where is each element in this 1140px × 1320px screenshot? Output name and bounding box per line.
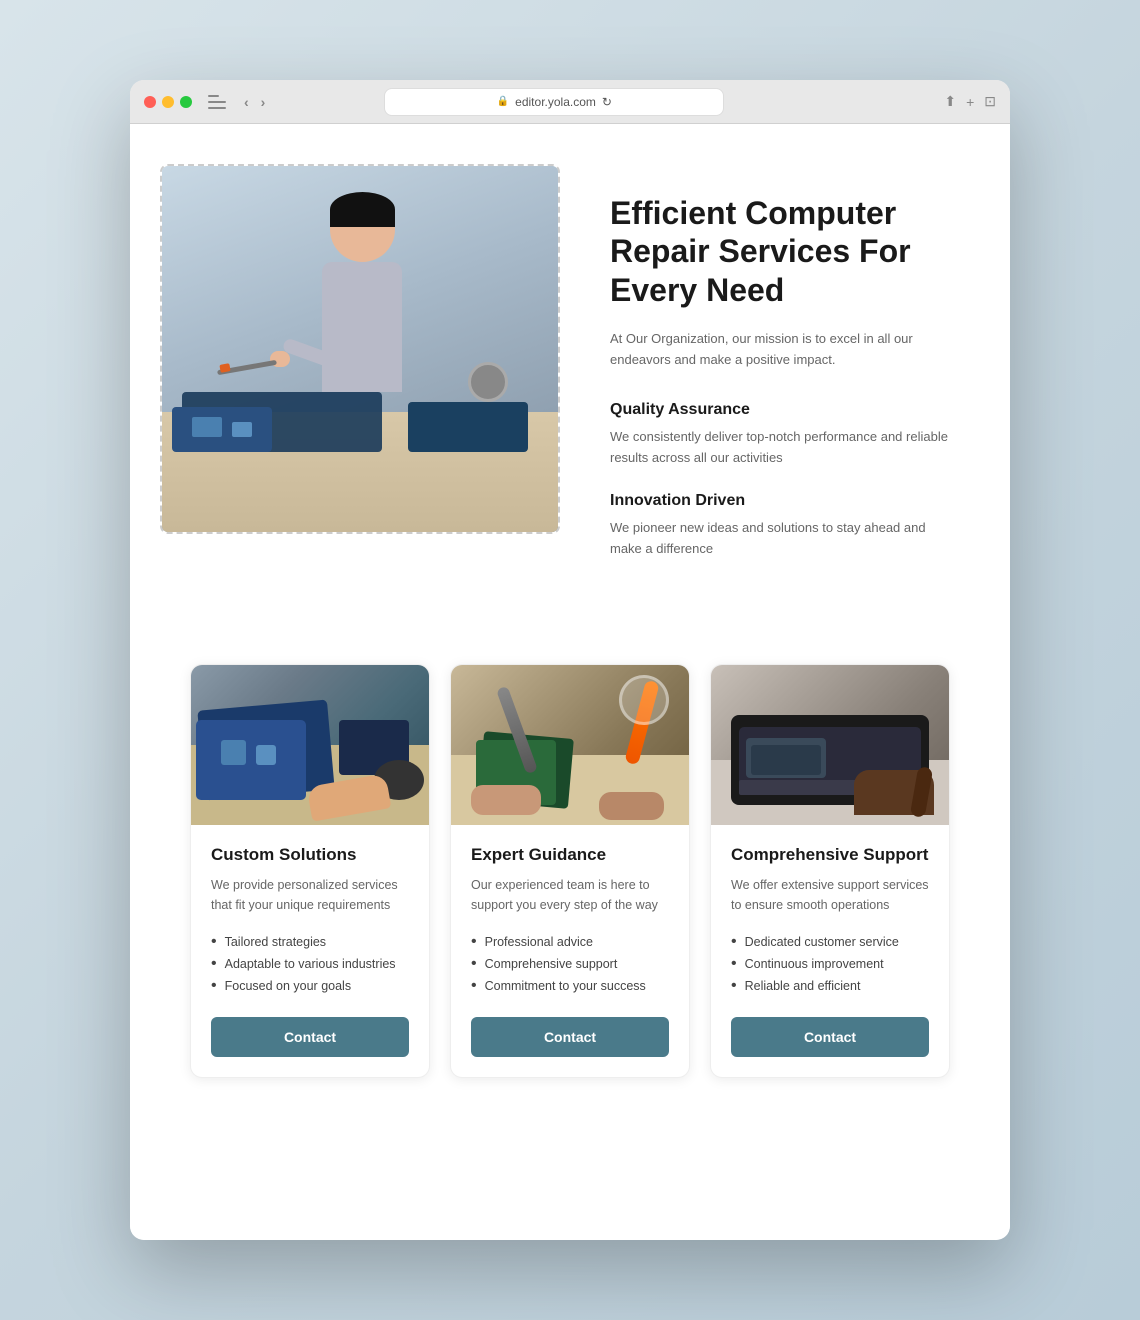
card-3-list: Dedicated customer service Continuous im… bbox=[731, 931, 929, 997]
card-2-description: Our experienced team is here to support … bbox=[471, 875, 669, 915]
card-2-body: Expert Guidance Our experienced team is … bbox=[451, 825, 689, 1077]
feature-innovation-title: Innovation Driven bbox=[610, 492, 950, 510]
card-1-body: Custom Solutions We provide personalized… bbox=[191, 825, 429, 1077]
card-1-description: We provide personalized services that fi… bbox=[211, 875, 409, 915]
list-item: Tailored strategies bbox=[211, 931, 409, 953]
list-item: Focused on your goals bbox=[211, 975, 409, 997]
add-tab-icon[interactable]: + bbox=[966, 94, 974, 110]
forward-arrow[interactable]: › bbox=[257, 92, 270, 112]
card-3-image-bg bbox=[711, 665, 949, 825]
feature-quality-desc: We consistently deliver top-notch perfor… bbox=[610, 427, 950, 469]
page-content: Efficient Computer Repair Services For E… bbox=[130, 124, 1010, 1138]
lock-icon: 🔒 bbox=[497, 96, 509, 107]
feature-innovation: Innovation Driven We pioneer new ideas a… bbox=[610, 492, 950, 560]
hero-image bbox=[162, 166, 558, 532]
card-expert-guidance: Expert Guidance Our experienced team is … bbox=[450, 664, 690, 1078]
sidebar-toggle-icon[interactable] bbox=[208, 95, 226, 109]
hero-text: Efficient Computer Repair Services For E… bbox=[610, 174, 950, 584]
address-bar[interactable]: 🔒 editor.yola.com ↻ bbox=[384, 88, 724, 116]
card-comprehensive-support: Comprehensive Support We offer extensive… bbox=[710, 664, 950, 1078]
card-3-body: Comprehensive Support We offer extensive… bbox=[711, 825, 949, 1077]
card-custom-solutions: Custom Solutions We provide personalized… bbox=[190, 664, 430, 1078]
nav-arrows: ‹ › bbox=[240, 92, 269, 112]
close-button[interactable] bbox=[144, 96, 156, 108]
list-item: Adaptable to various industries bbox=[211, 953, 409, 975]
cards-section: Custom Solutions We provide personalized… bbox=[130, 644, 1010, 1138]
hero-description: At Our Organization, our mission is to e… bbox=[610, 329, 950, 371]
browser-content: Efficient Computer Repair Services For E… bbox=[130, 124, 1010, 1240]
url-text: editor.yola.com bbox=[515, 95, 596, 109]
card-2-title: Expert Guidance bbox=[471, 845, 669, 865]
feature-quality: Quality Assurance We consistently delive… bbox=[610, 401, 950, 469]
feature-innovation-desc: We pioneer new ideas and solutions to st… bbox=[610, 518, 950, 560]
card-1-image bbox=[191, 665, 429, 825]
extensions-icon[interactable]: ⊡ bbox=[984, 93, 996, 110]
card-2-contact-button[interactable]: Contact bbox=[471, 1017, 669, 1057]
list-item: Professional advice bbox=[471, 931, 669, 953]
list-item: Commitment to your success bbox=[471, 975, 669, 997]
card-2-list: Professional advice Comprehensive suppor… bbox=[471, 931, 669, 997]
card-3-description: We offer extensive support services to e… bbox=[731, 875, 929, 915]
traffic-lights bbox=[144, 96, 192, 108]
card-1-contact-button[interactable]: Contact bbox=[211, 1017, 409, 1057]
maximize-button[interactable] bbox=[180, 96, 192, 108]
card-1-image-bg bbox=[191, 665, 429, 825]
list-item: Continuous improvement bbox=[731, 953, 929, 975]
browser-window: ‹ › 🔒 editor.yola.com ↻ ⬆ + ⊡ bbox=[130, 80, 1010, 1240]
reload-icon: ↻ bbox=[602, 95, 612, 109]
list-item: Reliable and efficient bbox=[731, 975, 929, 997]
list-item: Comprehensive support bbox=[471, 953, 669, 975]
card-3-title: Comprehensive Support bbox=[731, 845, 929, 865]
list-item: Dedicated customer service bbox=[731, 931, 929, 953]
toolbar-actions: ⬆ + ⊡ bbox=[944, 93, 996, 110]
share-icon[interactable]: ⬆ bbox=[944, 93, 956, 110]
card-3-contact-button[interactable]: Contact bbox=[731, 1017, 929, 1057]
back-arrow[interactable]: ‹ bbox=[240, 92, 253, 112]
hero-section: Efficient Computer Repair Services For E… bbox=[130, 124, 1010, 644]
card-2-image bbox=[451, 665, 689, 825]
card-1-title: Custom Solutions bbox=[211, 845, 409, 865]
card-2-image-bg bbox=[451, 665, 689, 825]
hero-title: Efficient Computer Repair Services For E… bbox=[610, 194, 950, 309]
feature-quality-title: Quality Assurance bbox=[610, 401, 950, 419]
hero-image-wrapper bbox=[160, 164, 560, 534]
minimize-button[interactable] bbox=[162, 96, 174, 108]
card-1-list: Tailored strategies Adaptable to various… bbox=[211, 931, 409, 997]
card-3-image bbox=[711, 665, 949, 825]
browser-toolbar: ‹ › 🔒 editor.yola.com ↻ ⬆ + ⊡ bbox=[130, 80, 1010, 124]
